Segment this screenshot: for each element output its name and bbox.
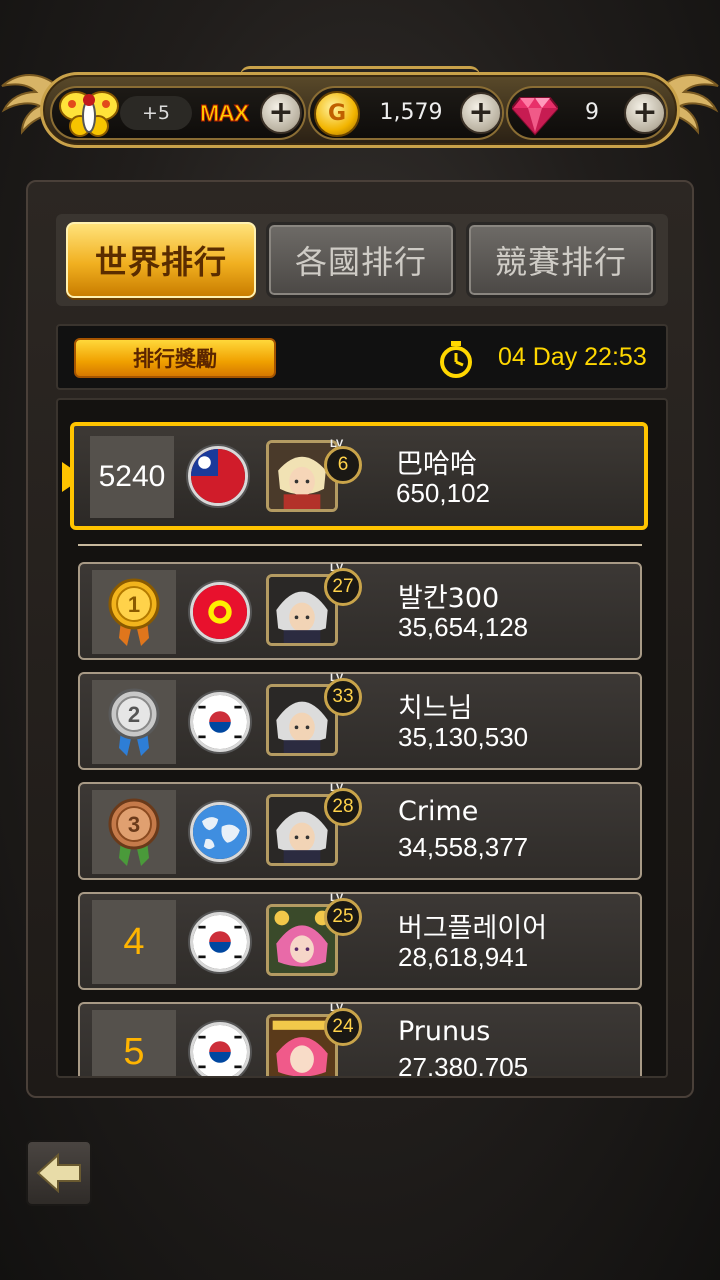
list-item[interactable]: 3 LV 28 Crime 34,558,377	[78, 782, 642, 880]
list-item[interactable]: 4 LV 25 버그플레이어 28,618,941	[78, 892, 642, 990]
rank-number: 4	[92, 900, 176, 984]
rank-medal: 3	[92, 790, 176, 874]
ranking-tabs: 世界排行 各國排行 競賽排行	[56, 214, 668, 306]
gold-medal-icon: 1	[108, 578, 160, 646]
list-item[interactable]: 2 LV 33 치느님 35,130,530	[78, 672, 642, 770]
tab-competition-ranking[interactable]: 競賽排行	[466, 222, 656, 298]
tab-world-ranking[interactable]: 世界排行	[66, 222, 256, 298]
plus-icon: +	[268, 95, 294, 130]
rank-number: 5	[92, 1010, 176, 1076]
rank-medal: 2	[92, 680, 176, 764]
globe-icon	[190, 802, 250, 862]
back-button[interactable]	[26, 1140, 92, 1206]
back-arrow-icon	[36, 1153, 81, 1193]
gold-pill: G 1,579 +	[308, 86, 504, 140]
south-korea-flag-icon	[190, 1022, 250, 1076]
level-badge: 24	[324, 1008, 362, 1046]
tab-country-ranking[interactable]: 各國排行	[266, 222, 456, 298]
ranking-panel: 世界排行 各國排行 競賽排行 排行獎勵 04 Day 22:53 5240 LV…	[26, 180, 694, 1098]
player-score: 28,618,941	[398, 942, 529, 972]
south-korea-flag-icon	[190, 912, 250, 972]
add-energy-button[interactable]: +	[260, 92, 302, 134]
gem-value: 9	[585, 100, 599, 125]
list-divider	[78, 544, 642, 546]
player-score: 34,558,377	[398, 832, 529, 862]
reward-bar: 排行獎勵 04 Day 22:53	[56, 324, 668, 390]
south-korea-flag-icon	[190, 692, 250, 752]
player-score: 27,380,705	[398, 1052, 529, 1078]
svg-text:3: 3	[128, 812, 140, 837]
player-name: 버그플레이어	[398, 913, 548, 944]
energy-count: +5	[120, 96, 192, 130]
player-name: 발칸300	[398, 583, 500, 614]
bronze-medal-icon: 3	[108, 798, 160, 866]
ranking-reward-button[interactable]: 排行獎勵	[74, 338, 276, 378]
stopwatch-icon	[440, 341, 472, 378]
currency-bar: +5 MAX + G 1,579 + 9 +	[0, 62, 720, 158]
gem-icon	[512, 97, 558, 136]
list-item[interactable]: 1 LV 27 발칸300 35,654,128	[78, 562, 642, 660]
player-score: 35,654,128	[398, 612, 529, 642]
rank-medal: 1	[92, 570, 176, 654]
player-name: Crime	[398, 796, 479, 827]
player-score: 650,102	[396, 478, 490, 508]
level-badge: 6	[324, 446, 362, 484]
silver-medal-icon: 2	[108, 688, 160, 756]
gold-value: 1,579	[379, 100, 443, 125]
reward-timer: 04 Day 22:53	[498, 343, 647, 371]
player-name: Prunus	[398, 1016, 491, 1047]
plus-icon: +	[632, 95, 658, 130]
leaderboard-list[interactable]: 5240 LV 6 巴哈哈 650,102 1 27 발칸300 35,654,…	[56, 398, 668, 1078]
level-badge: 27	[324, 568, 362, 606]
svg-text:1: 1	[128, 592, 140, 617]
add-gem-button[interactable]: +	[624, 92, 666, 134]
frame-crown	[240, 66, 480, 80]
plus-icon: +	[468, 95, 494, 130]
player-name: 巴哈哈	[396, 449, 477, 480]
energy-pill: +5 MAX +	[50, 86, 306, 140]
taiwan-flag-icon	[188, 446, 248, 506]
add-gold-button[interactable]: +	[460, 92, 502, 134]
butterfly-icon	[59, 91, 119, 137]
level-badge: 25	[324, 898, 362, 936]
gem-pill: 9 +	[506, 86, 668, 140]
kyrgyzstan-flag-icon	[190, 582, 250, 642]
my-rank-row[interactable]: 5240 LV 6 巴哈哈 650,102	[70, 422, 648, 530]
list-item[interactable]: 5 LV 24 Prunus 27,380,705	[78, 1002, 642, 1078]
svg-text:2: 2	[128, 702, 140, 727]
gold-coin-icon: G	[314, 91, 360, 137]
player-name: 치느님	[398, 693, 473, 724]
rank-number: 5240	[90, 436, 174, 518]
level-badge: 28	[324, 788, 362, 826]
player-score: 35,130,530	[398, 722, 529, 752]
level-badge: 33	[324, 678, 362, 716]
energy-max-label: MAX	[199, 100, 249, 127]
